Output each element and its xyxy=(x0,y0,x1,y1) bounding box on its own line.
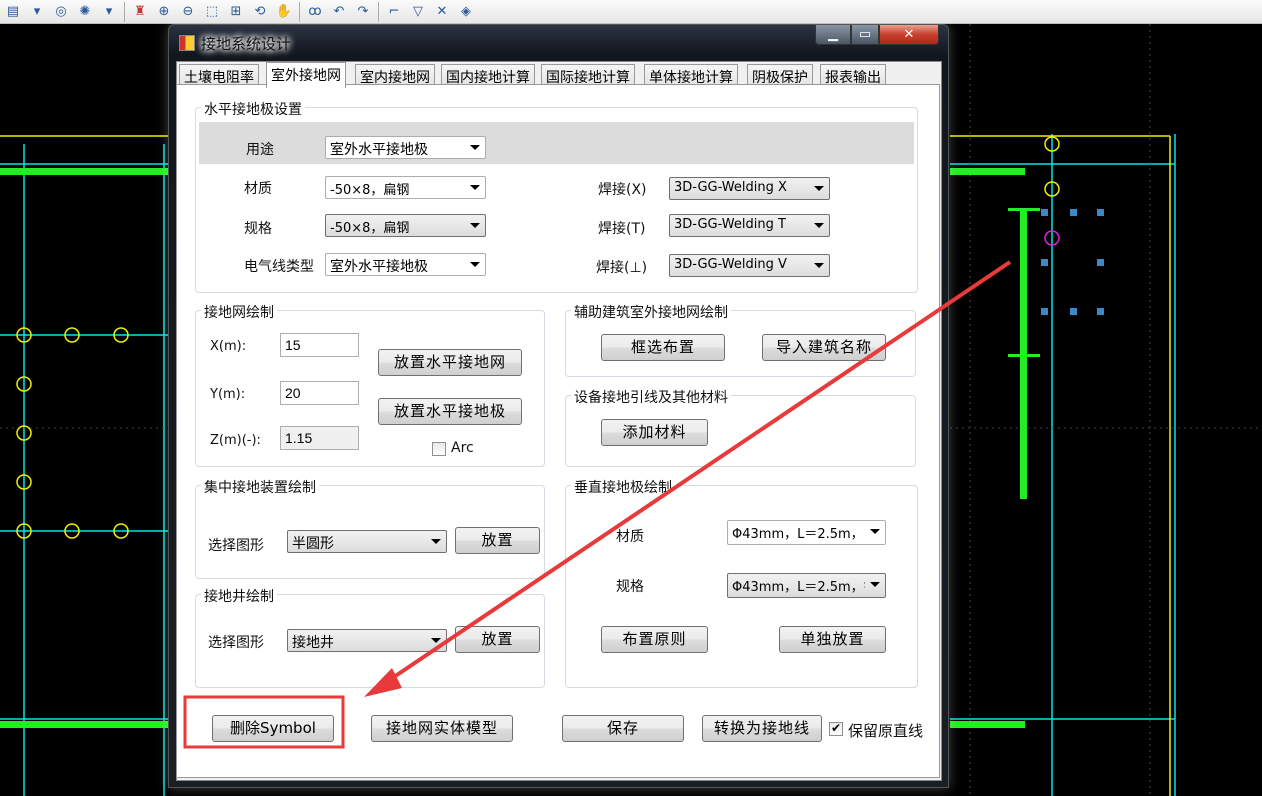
annotation-highlight-box xyxy=(183,695,345,749)
annotation-overlay xyxy=(183,260,1012,749)
tab-outdoor-grid[interactable]: 室外接地网 xyxy=(266,62,346,88)
annotation-arrow-line xyxy=(383,260,1012,685)
annotation-arrowhead xyxy=(364,668,402,697)
